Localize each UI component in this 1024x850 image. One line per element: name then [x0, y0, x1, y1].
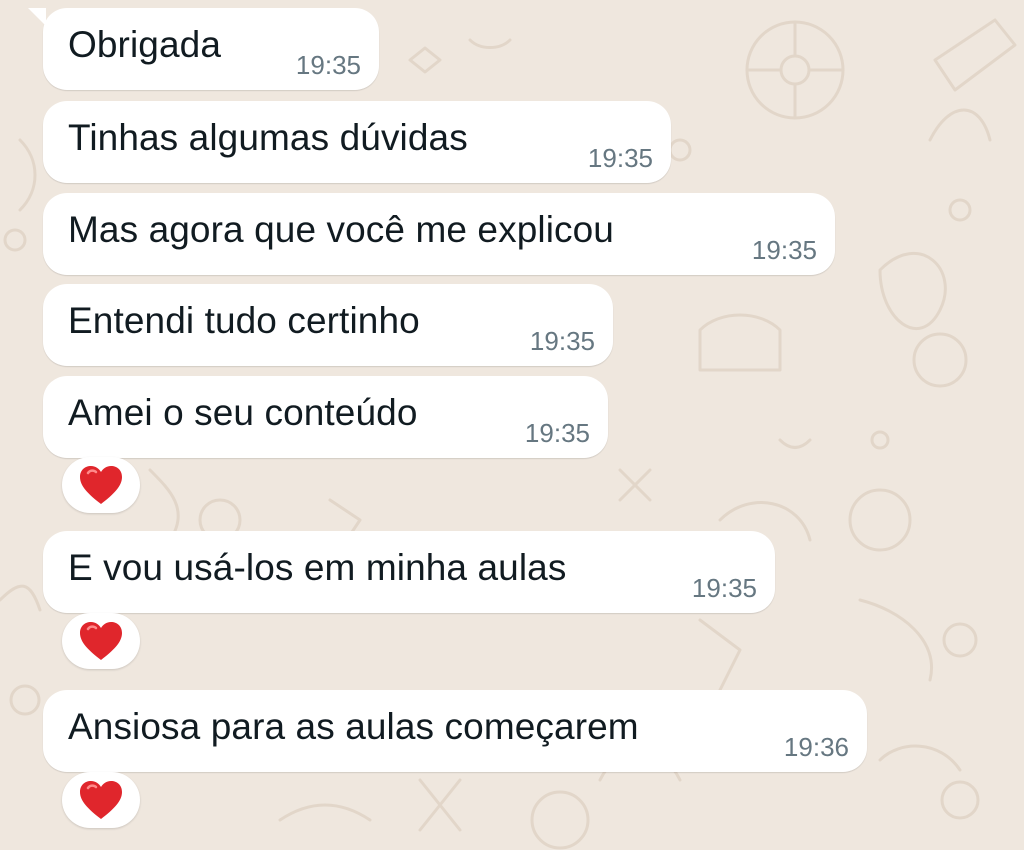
message-time: 19:35 — [691, 573, 757, 603]
message-text: Amei o seu conteúdo — [68, 392, 418, 433]
message-time: 19:36 — [783, 732, 849, 762]
message-reaction[interactable] — [62, 457, 140, 513]
heart-icon — [80, 622, 122, 660]
message-text: Obrigada — [68, 24, 222, 65]
message-time: 19:35 — [295, 50, 361, 80]
message-text: Ansiosa para as aulas começarem — [68, 706, 639, 747]
message-reaction[interactable] — [62, 772, 140, 828]
heart-icon — [80, 781, 122, 819]
heart-icon — [80, 466, 122, 504]
bubble-tail — [28, 8, 46, 26]
message-reaction[interactable] — [62, 613, 140, 669]
message-text: Entendi tudo certinho — [68, 300, 420, 341]
message-bubble[interactable]: Amei o seu conteúdo 19:35 — [43, 376, 608, 458]
message-bubble[interactable]: Entendi tudo certinho 19:35 — [43, 284, 613, 366]
message-time: 19:35 — [524, 418, 590, 448]
message-time: 19:35 — [587, 143, 653, 173]
message-bubble[interactable]: Tinhas algumas dúvidas 19:35 — [43, 101, 671, 183]
message-text: Mas agora que você me explicou — [68, 209, 614, 250]
message-time: 19:35 — [751, 235, 817, 265]
message-bubble[interactable]: Obrigada 19:35 — [28, 8, 379, 90]
message-text: E vou usá-los em minha aulas — [68, 547, 567, 588]
message-text: Tinhas algumas dúvidas — [68, 117, 468, 158]
message-bubble[interactable]: Ansiosa para as aulas começarem 19:36 — [43, 690, 867, 772]
message-bubble[interactable]: E vou usá-los em minha aulas 19:35 — [43, 531, 775, 613]
message-bubble[interactable]: Mas agora que você me explicou 19:35 — [43, 193, 835, 275]
message-time: 19:35 — [529, 326, 595, 356]
